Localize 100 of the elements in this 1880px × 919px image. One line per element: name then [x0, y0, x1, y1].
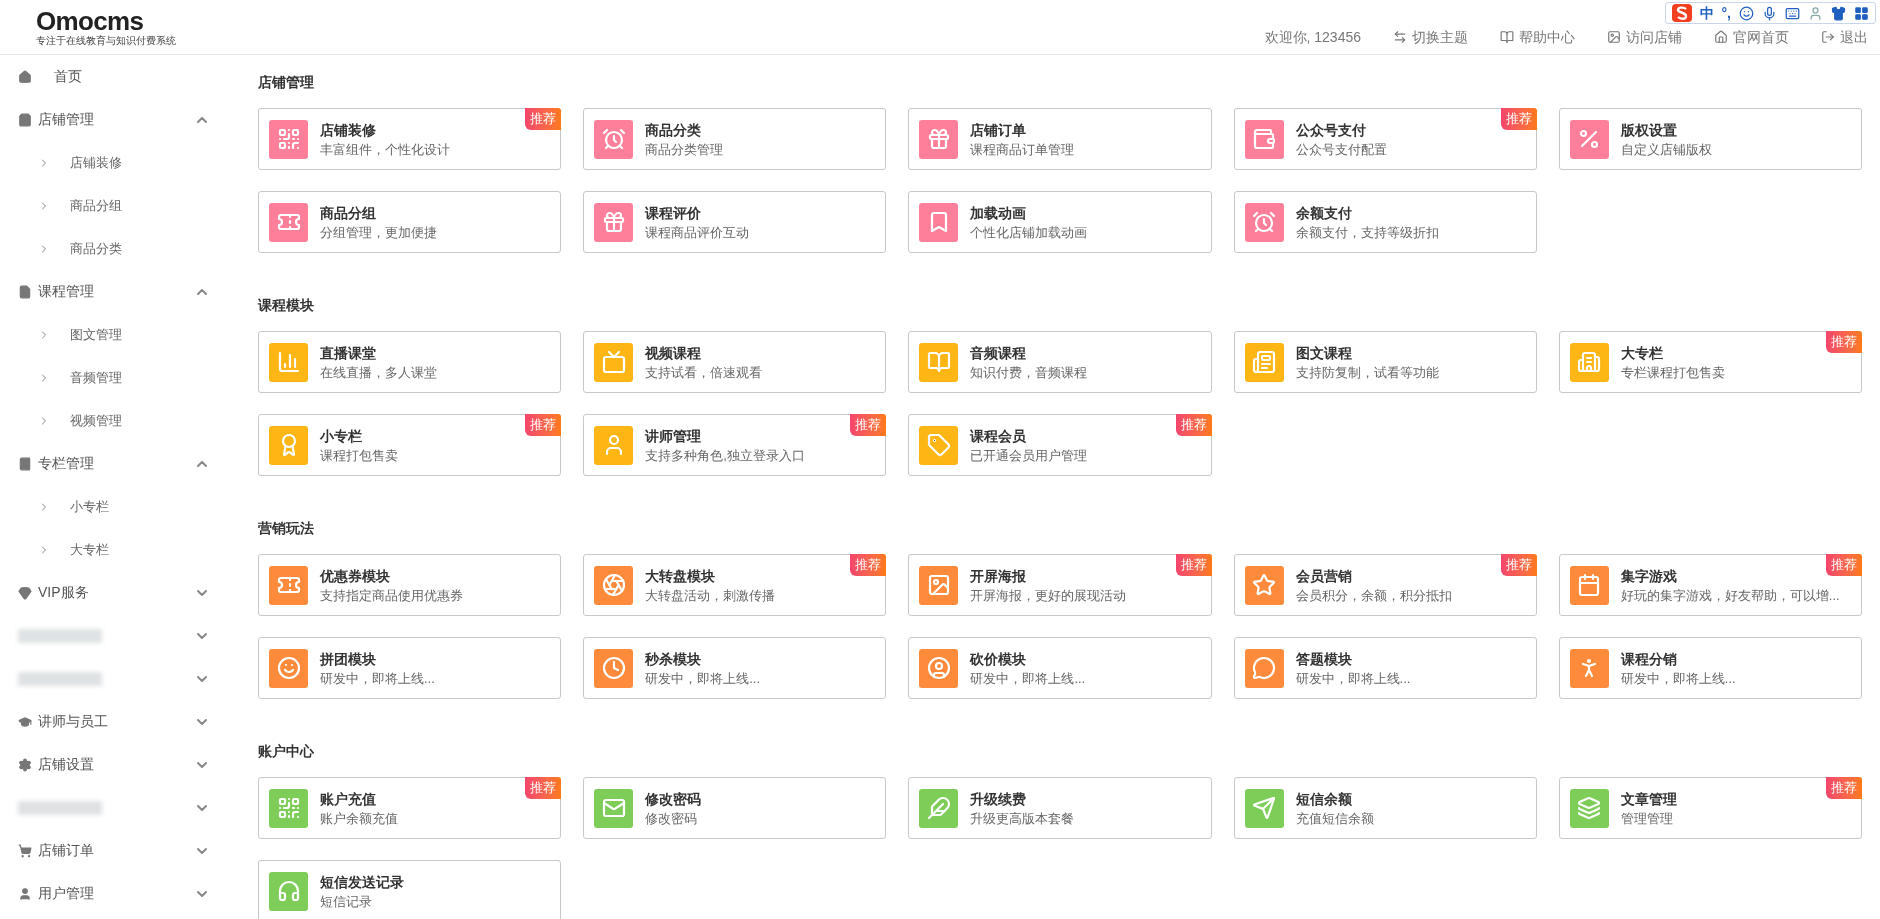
- header-link[interactable]: 切换主题: [1393, 26, 1468, 48]
- card-title: 直播课堂: [320, 345, 377, 360]
- feature-card[interactable]: 店铺订单 课程商品订单管理: [908, 108, 1212, 170]
- smile-icon[interactable]: [1739, 5, 1754, 21]
- sidebar-item[interactable]: 首页: [0, 55, 240, 98]
- input-mode-toggle[interactable]: 中: [1699, 2, 1714, 24]
- card-title: 砍价模块: [970, 651, 1028, 666]
- recommend-badge: 推荐: [1175, 414, 1212, 436]
- sidebar-subitem[interactable]: 商品分类: [0, 227, 240, 270]
- feature-card[interactable]: 直播课堂 在线直播，多人课堂: [258, 331, 562, 393]
- recommend-badge: 推荐: [525, 777, 562, 799]
- card-description: 支持指定商品使用优惠券: [320, 588, 463, 602]
- card-title: 图文课程: [1295, 345, 1353, 360]
- card-title: 拼团模块: [320, 651, 377, 666]
- header-link[interactable]: 官网首页: [1714, 26, 1789, 48]
- feature-card[interactable]: 加载动画 个性化店铺加载动画: [908, 191, 1212, 253]
- sidebar-subitem[interactable]: 商品分组: [0, 184, 240, 227]
- feature-card[interactable]: 版权设置 自定义店铺版权: [1558, 108, 1862, 170]
- card-title: 视频课程: [645, 345, 703, 360]
- feature-card[interactable]: 短信发送记录 短信记录: [258, 860, 562, 919]
- welcome-text: 欢迎你, 123456: [1264, 27, 1361, 47]
- user-icon: [18, 886, 32, 901]
- feature-card[interactable]: 推荐 大转盘模块 大转盘活动，刺激传播: [583, 554, 887, 616]
- punctuation-toggle[interactable]: °,: [1721, 2, 1731, 24]
- feature-card[interactable]: 短信余额 充值短信余额: [1233, 777, 1537, 839]
- card-title: 集字游戏: [1620, 568, 1678, 583]
- feature-card[interactable]: 升级续费 升级更高版本套餐: [908, 777, 1212, 839]
- card-description: 大转盘活动，刺激传播: [645, 588, 776, 602]
- logo-tagline: 专注于在线教育与知识付费系统: [36, 36, 177, 46]
- sidebar-subitem[interactable]: 店铺装修: [0, 141, 240, 184]
- feature-card[interactable]: 图文课程 支持防复制，试看等功能: [1233, 331, 1537, 393]
- logout-icon: [1821, 30, 1835, 44]
- sidebar-item[interactable]: 店铺设置: [0, 743, 240, 786]
- sidebar-subitem[interactable]: 小专栏: [0, 485, 240, 528]
- header-link[interactable]: 访问店铺: [1607, 26, 1682, 48]
- card-title: 文章管理: [1620, 791, 1677, 806]
- feature-card[interactable]: 推荐 集字游戏 好玩的集字游戏，好友帮助，可以增...: [1558, 554, 1862, 616]
- recommend-badge: 推荐: [850, 554, 887, 576]
- feature-card[interactable]: 课程分销 研发中，即将上线...: [1558, 637, 1862, 699]
- card-title: 店铺装修: [320, 122, 377, 137]
- shirt-icon[interactable]: [1831, 5, 1846, 21]
- card-title: 大专栏: [1620, 345, 1664, 360]
- recommend-badge: 推荐: [1826, 554, 1862, 576]
- logo[interactable]: Omocms: [36, 8, 240, 34]
- feature-card[interactable]: 推荐 课程会员 已开通会员用户管理: [908, 414, 1212, 476]
- card-description: 自定义店铺版权: [1620, 142, 1712, 156]
- feature-card[interactable]: 商品分类 商品分类管理: [583, 108, 887, 170]
- sidebar-item[interactable]: 课程管理: [0, 270, 240, 313]
- feature-card[interactable]: 秒杀模块 研发中，即将上线...: [583, 637, 887, 699]
- sidebar-item[interactable]: VIP服务: [0, 571, 240, 614]
- feature-card[interactable]: 推荐 讲师管理 支持多种角色,独立登录入口: [583, 414, 887, 476]
- feature-card[interactable]: 视频课程 支持试看，倍速观看: [583, 331, 887, 393]
- card-title: 课程评价: [645, 205, 703, 220]
- sidebar-subitem[interactable]: 音频管理: [0, 356, 240, 399]
- card-description: 研发中，即将上线...: [645, 671, 761, 685]
- feature-card[interactable]: 推荐 会员营销 会员积分，余额，积分抵扣: [1233, 554, 1537, 616]
- recommend-badge: 推荐: [1500, 554, 1537, 576]
- feature-card[interactable]: 推荐 小专栏 课程打包售卖: [258, 414, 562, 476]
- feature-card[interactable]: 拼团模块 研发中，即将上线...: [258, 637, 562, 699]
- feature-card[interactable]: 推荐 店铺装修 丰富组件，个性化设计: [258, 108, 562, 170]
- card-description: 在线直播，多人课堂: [320, 365, 437, 379]
- card-description: 支持多种角色,独立登录入口: [645, 448, 805, 462]
- feature-card[interactable]: 推荐 开屏海报 开屏海报，更好的展现活动: [908, 554, 1212, 616]
- card-description: 专栏课程打包售卖: [1620, 365, 1725, 379]
- grid-icon[interactable]: [1854, 5, 1869, 21]
- sidebar-item[interactable]: 店铺管理: [0, 98, 240, 141]
- card-description: 会员积分，余额，积分抵扣: [1295, 588, 1452, 602]
- sidebar-subitem[interactable]: 视频管理: [0, 399, 240, 442]
- header-link[interactable]: 帮助中心: [1500, 26, 1575, 48]
- feature-card[interactable]: 商品分组 分组管理，更加便捷: [258, 191, 562, 253]
- graduation-cap-icon: [18, 714, 32, 729]
- feature-card[interactable]: 砍价模块 研发中，即将上线...: [908, 637, 1212, 699]
- sidebar-item[interactable]: 讲师与员工: [0, 700, 240, 743]
- card-description: 管理管理: [1620, 811, 1674, 825]
- sidebar-item[interactable]: 店铺订单: [0, 829, 240, 872]
- feature-card[interactable]: 推荐 账户充值 账户余额充值: [258, 777, 562, 839]
- feature-card[interactable]: 优惠券模块 支持指定商品使用优惠券: [258, 554, 562, 616]
- recommend-badge: 推荐: [1826, 777, 1862, 799]
- home-icon: [18, 69, 32, 84]
- feature-card[interactable]: 课程评价 课程商品评价互动: [583, 191, 887, 253]
- feature-card[interactable]: 推荐 文章管理 管理管理: [1558, 777, 1862, 839]
- header-link[interactable]: 退出: [1821, 26, 1868, 48]
- card-title: 音频课程: [970, 345, 1028, 360]
- recommend-badge: 推荐: [850, 414, 887, 436]
- feature-card[interactable]: 推荐 大专栏 专栏课程打包售卖: [1558, 331, 1862, 393]
- feature-card[interactable]: 修改密码 修改密码: [583, 777, 887, 839]
- sidebar-subitem[interactable]: 大专栏: [0, 528, 240, 571]
- feature-card[interactable]: 答题模块 研发中，即将上线...: [1233, 637, 1537, 699]
- card-description: 支持防复制，试看等功能: [1295, 365, 1439, 379]
- sidebar-item[interactable]: 用户管理: [0, 872, 240, 915]
- keyboard-icon[interactable]: [1785, 5, 1800, 21]
- card-description: 短信记录: [320, 894, 373, 908]
- microphone-icon[interactable]: [1762, 5, 1777, 21]
- feature-card[interactable]: 余额支付 余额支付，支持等级折扣: [1233, 191, 1537, 253]
- feature-card[interactable]: 推荐 公众号支付 公众号支付配置: [1233, 108, 1537, 170]
- feature-card[interactable]: 音频课程 知识付费，音频课程: [908, 331, 1212, 393]
- sidebar-item[interactable]: 专栏管理: [0, 442, 240, 485]
- card-description: 账户余额充值: [320, 811, 398, 825]
- sidebar-subitem[interactable]: 图文管理: [0, 313, 240, 356]
- recommend-badge: 推荐: [1500, 108, 1537, 130]
